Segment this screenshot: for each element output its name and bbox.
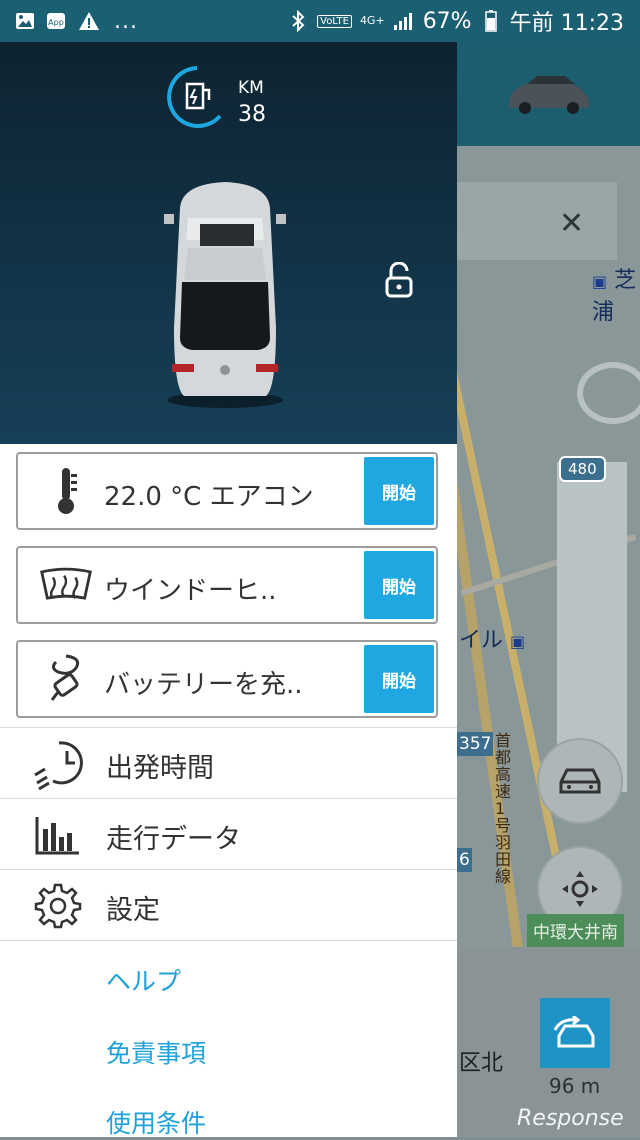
range-value: 38 <box>238 102 266 127</box>
close-icon[interactable]: ✕ <box>559 206 584 241</box>
window-heating-card: ウインドーヒ.. 開始 <box>16 546 438 624</box>
menu-item-settings[interactable]: 設定 <box>0 871 457 941</box>
terms-link[interactable]: 使用条件 <box>106 1104 206 1140</box>
map-search-panel <box>457 182 617 260</box>
vehicle-location-button[interactable] <box>537 738 623 824</box>
car-thumbnail <box>509 76 589 114</box>
menu-item-label: 走行データ <box>106 824 241 855</box>
app-notification-icon: App <box>46 11 68 31</box>
watermark: Response <box>517 1106 624 1131</box>
route-shield: 357 <box>457 732 494 756</box>
window-heating-start-button[interactable]: 開始 <box>364 551 434 619</box>
windshield-heat-icon <box>38 560 94 610</box>
bluetooth-icon <box>287 10 309 32</box>
crosshair-icon <box>562 871 598 907</box>
trip-data-icon <box>30 808 86 862</box>
map-header <box>457 42 640 146</box>
signal-icon <box>393 11 415 31</box>
road-sign: 中環大井南 <box>527 914 624 947</box>
range-unit: KM <box>238 78 264 98</box>
divider <box>0 798 457 799</box>
navigation-drawer: KM 38 22.0 °C エアコン 開始 ウインドーヒ.. 開始 バッテリーを… <box>0 42 457 1140</box>
unlock-icon[interactable] <box>384 262 414 300</box>
menu-item-label: 設定 <box>106 895 160 926</box>
expressway-label: 首都高速1号羽田線 <box>495 731 512 886</box>
map-label: ▣ 芝浦 <box>592 268 637 325</box>
distance-label: 96 m <box>549 1074 601 1098</box>
gear-icon <box>30 879 86 933</box>
status-bar: App ... VoLTE 4G+ 67% 午前 11:23 <box>0 0 640 42</box>
car-top-view <box>164 182 286 408</box>
disclaimer-link[interactable]: 免責事項 <box>106 1034 206 1070</box>
divider <box>0 940 457 941</box>
divider <box>0 727 457 728</box>
gallery-icon <box>14 11 36 31</box>
volte-badge: VoLTE <box>317 14 352 28</box>
map-label: イル ▣ <box>459 628 526 653</box>
charge-gauge-icon <box>167 66 222 128</box>
charging-plug-icon <box>38 654 94 704</box>
battery-charge-label: バッテリーを充.. <box>104 670 303 700</box>
route-shield: 6 <box>457 848 472 872</box>
thermometer-icon <box>38 466 94 516</box>
car-route-icon <box>553 1016 595 1048</box>
map-view[interactable]: ✕ ▣ 芝浦 480 イル ▣ 357 6 首都高速1号羽田線 中環大井南 区北… <box>457 42 640 1137</box>
network-type: 4G+ <box>359 14 385 27</box>
map-ramp <box>577 362 640 424</box>
divider <box>0 869 457 870</box>
battery-percent: 67% <box>422 8 472 34</box>
climate-label: 22.0 °C エアコン <box>104 482 314 512</box>
menu-item-label: 出発時間 <box>106 753 214 784</box>
climate-card: 22.0 °C エアコン 開始 <box>16 452 438 530</box>
clock: 午前 11:23 <box>509 11 624 36</box>
help-link[interactable]: ヘルプ <box>106 962 181 998</box>
battery-charge-card: バッテリーを充.. 開始 <box>16 640 438 718</box>
warning-icon <box>78 11 100 31</box>
menu-item-trip-data[interactable]: 走行データ <box>0 800 457 870</box>
district-label: 区北 <box>459 1051 504 1076</box>
more-notifications: ... <box>114 8 138 34</box>
navigate-to-car-button[interactable] <box>540 998 610 1068</box>
departure-time-icon <box>30 737 86 791</box>
car-icon <box>559 768 601 794</box>
svg-text:App: App <box>48 18 64 27</box>
route-shield: 480 <box>559 456 606 482</box>
climate-start-button[interactable]: 開始 <box>364 457 434 525</box>
menu-item-departure-time[interactable]: 出発時間 <box>0 729 457 799</box>
battery-charge-start-button[interactable]: 開始 <box>364 645 434 713</box>
window-heating-label: ウインドーヒ.. <box>104 576 277 606</box>
vehicle-status-panel: KM 38 <box>0 42 457 444</box>
battery-icon <box>480 10 502 32</box>
